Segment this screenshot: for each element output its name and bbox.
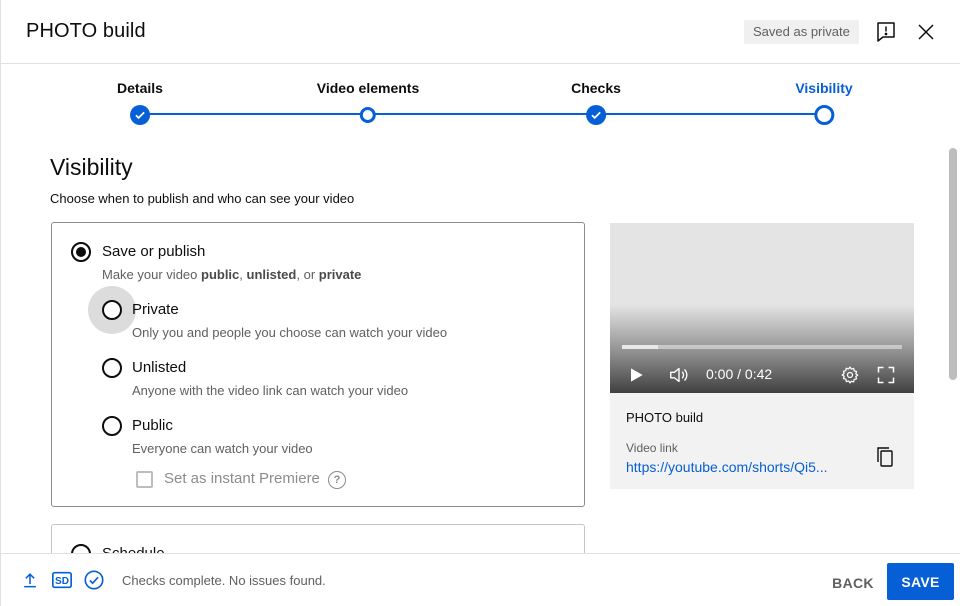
step-circle-icon [813,105,834,125]
video-link-label: Video link [626,441,678,455]
check-icon [129,105,150,125]
step-label: Checks [571,80,621,96]
video-progress-fill [622,345,659,349]
section-subheading: Choose when to publish and who can see y… [50,191,355,206]
video-progress-bar[interactable] [622,345,902,349]
step-checks[interactable]: Checks [571,80,621,125]
saved-status-badge: Saved as private [744,20,859,44]
stepper-line [140,113,824,115]
step-label: Details [117,80,163,96]
sd-badge-text: SD [55,576,69,587]
private-desc: Only you and people you choose can watch… [132,325,448,340]
unlisted-title: Unlisted [132,359,187,376]
help-icon[interactable]: ? [328,471,346,489]
save-button[interactable]: SAVE [887,563,954,600]
step-label: Video elements [316,80,420,96]
upload-icon[interactable] [19,569,41,591]
fullscreen-icon[interactable] [874,363,898,387]
schedule-card[interactable]: Schedule [51,524,585,553]
step-video-elements[interactable]: Video elements [317,80,419,123]
feedback-icon[interactable] [874,20,898,44]
check-icon [586,105,606,125]
video-preview-card: 0:00 / 0:42 PHOTO build Video link https… [610,223,914,489]
save-or-publish-card: Save or publish Make your video public, … [51,222,585,507]
play-icon[interactable] [624,363,648,387]
unlisted-desc: Anyone with the video link can watch you… [132,383,409,398]
checks-status-text: Checks complete. No issues found. [122,573,326,588]
schedule-title: Schedule [102,545,165,553]
sd-quality-icon[interactable]: SD [51,569,73,591]
visibility-section: Visibility Choose when to publish and wh… [1,135,949,553]
instant-premiere-checkbox[interactable] [136,471,153,488]
upload-dialog: PHOTO build Saved as private Details Vid… [0,0,960,606]
public-desc: Everyone can watch your video [132,441,313,456]
section-heading: Visibility [50,154,133,180]
private-title: Private [132,301,179,318]
copy-icon[interactable] [873,445,897,469]
schedule-radio[interactable] [71,544,91,553]
volume-icon[interactable] [667,363,691,387]
settings-gear-icon[interactable] [838,363,862,387]
step-visibility[interactable]: Visibility [795,80,853,125]
save-or-publish-desc: Make your video public, unlisted, or pri… [102,267,362,282]
dialog-title: PHOTO build [26,20,146,42]
checks-complete-icon[interactable] [83,569,105,591]
dialog-footer: SD Checks complete. No issues found. BAC… [1,553,960,606]
save-or-publish-title: Save or publish [102,243,206,260]
private-radio[interactable] [102,300,122,320]
instant-premiere-label: Set as instant Premiere [164,470,320,487]
step-circle-icon [359,107,376,123]
public-title: Public [132,417,173,434]
step-label: Visibility [795,80,853,96]
save-or-publish-radio[interactable] [71,242,91,262]
dialog-header: PHOTO build Saved as private [1,0,960,64]
unlisted-radio[interactable] [102,358,122,378]
close-icon[interactable] [914,20,938,44]
preview-video-title: PHOTO build [626,410,704,425]
public-radio[interactable] [102,416,122,436]
video-time: 0:00 / 0:42 [706,366,773,382]
video-link[interactable]: https://youtube.com/shorts/Qi5... [626,459,852,475]
video-player[interactable]: 0:00 / 0:42 [610,223,914,393]
step-details[interactable]: Details [117,80,163,125]
scrollbar-thumb[interactable] [949,148,957,380]
back-button[interactable]: BACK [823,565,883,601]
